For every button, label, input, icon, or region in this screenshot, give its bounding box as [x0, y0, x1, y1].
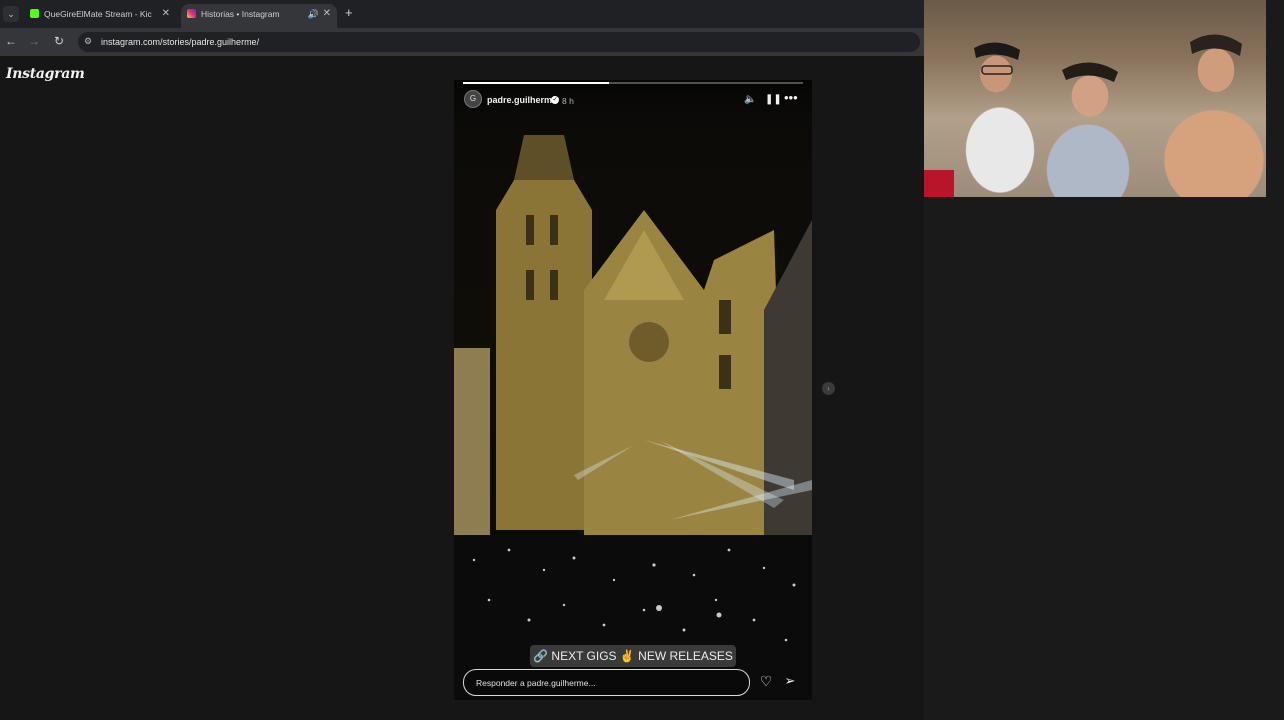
story-progress-fill [463, 82, 610, 84]
reply-input[interactable] [476, 670, 736, 695]
address-bar[interactable]: ⚙ instagram.com/stories/padre.guilherme/ [78, 32, 920, 52]
heart-icon[interactable]: ♡ [758, 673, 774, 690]
tab-kick-stream[interactable]: QueGireElMate Stream - Kick D ✕ [24, 4, 176, 28]
more-options-icon[interactable]: ••• [784, 90, 798, 105]
story-progress-bar [463, 82, 803, 84]
verified-badge-icon: ✓ [551, 96, 559, 104]
reload-icon[interactable]: ↻ [51, 34, 67, 48]
avatar[interactable]: G [464, 90, 482, 108]
instagram-logo[interactable]: Instagram [6, 66, 85, 82]
url-text[interactable]: instagram.com/stories/padre.guilherme/ [101, 32, 259, 52]
send-icon[interactable]: ➢ [782, 673, 798, 689]
tab-label: QueGireElMate Stream - Kick D [44, 9, 152, 19]
story-viewer[interactable] [454, 80, 812, 700]
link-sticker[interactable]: 🔗 NEXT GIGS ✌ NEW RELEASES [530, 645, 736, 667]
story-header: G padre.guilherme ✓ 8 h 🔈 ❚❚ ••• [464, 90, 804, 112]
webcam-overlay [924, 0, 1275, 197]
site-info-icon[interactable]: ⚙ [84, 36, 94, 46]
speaker-icon[interactable]: 🔈 [744, 94, 756, 105]
instagram-favicon-icon [187, 9, 196, 18]
browser-tab-bar: ⌄ QueGireElMate Stream - Kick D ✕ Histor… [0, 0, 924, 28]
tab-instagram-stories[interactable]: Historias • Instagram 🔊 ✕ [181, 4, 337, 28]
cathedral-scene [454, 135, 812, 700]
webcam-border [1266, 0, 1275, 197]
audio-playing-icon[interactable]: 🔊 [308, 4, 319, 24]
empty-area [924, 197, 1284, 720]
story-time-ago: 8 h [562, 96, 574, 106]
tab-search-chevron-icon[interactable]: ⌄ [3, 6, 19, 22]
close-tab-icon[interactable]: ✕ [162, 4, 170, 24]
forward-arrow-icon[interactable]: → [26, 34, 42, 48]
close-tab-icon[interactable]: ✕ [323, 4, 331, 24]
back-arrow-icon[interactable]: ← [3, 34, 19, 48]
reply-field[interactable] [463, 669, 750, 696]
kick-favicon-icon [30, 9, 39, 18]
next-story-arrow-icon[interactable]: › [822, 382, 835, 395]
story-username[interactable]: padre.guilherme [487, 95, 557, 105]
webcam-figures [924, 34, 1242, 197]
tab-label: Historias • Instagram [201, 9, 280, 19]
pause-icon[interactable]: ❚❚ [765, 94, 782, 105]
browser-toolbar: ← → ↻ ⚙ instagram.com/stories/padre.guil… [0, 28, 924, 56]
plus-icon[interactable]: + [345, 5, 353, 20]
